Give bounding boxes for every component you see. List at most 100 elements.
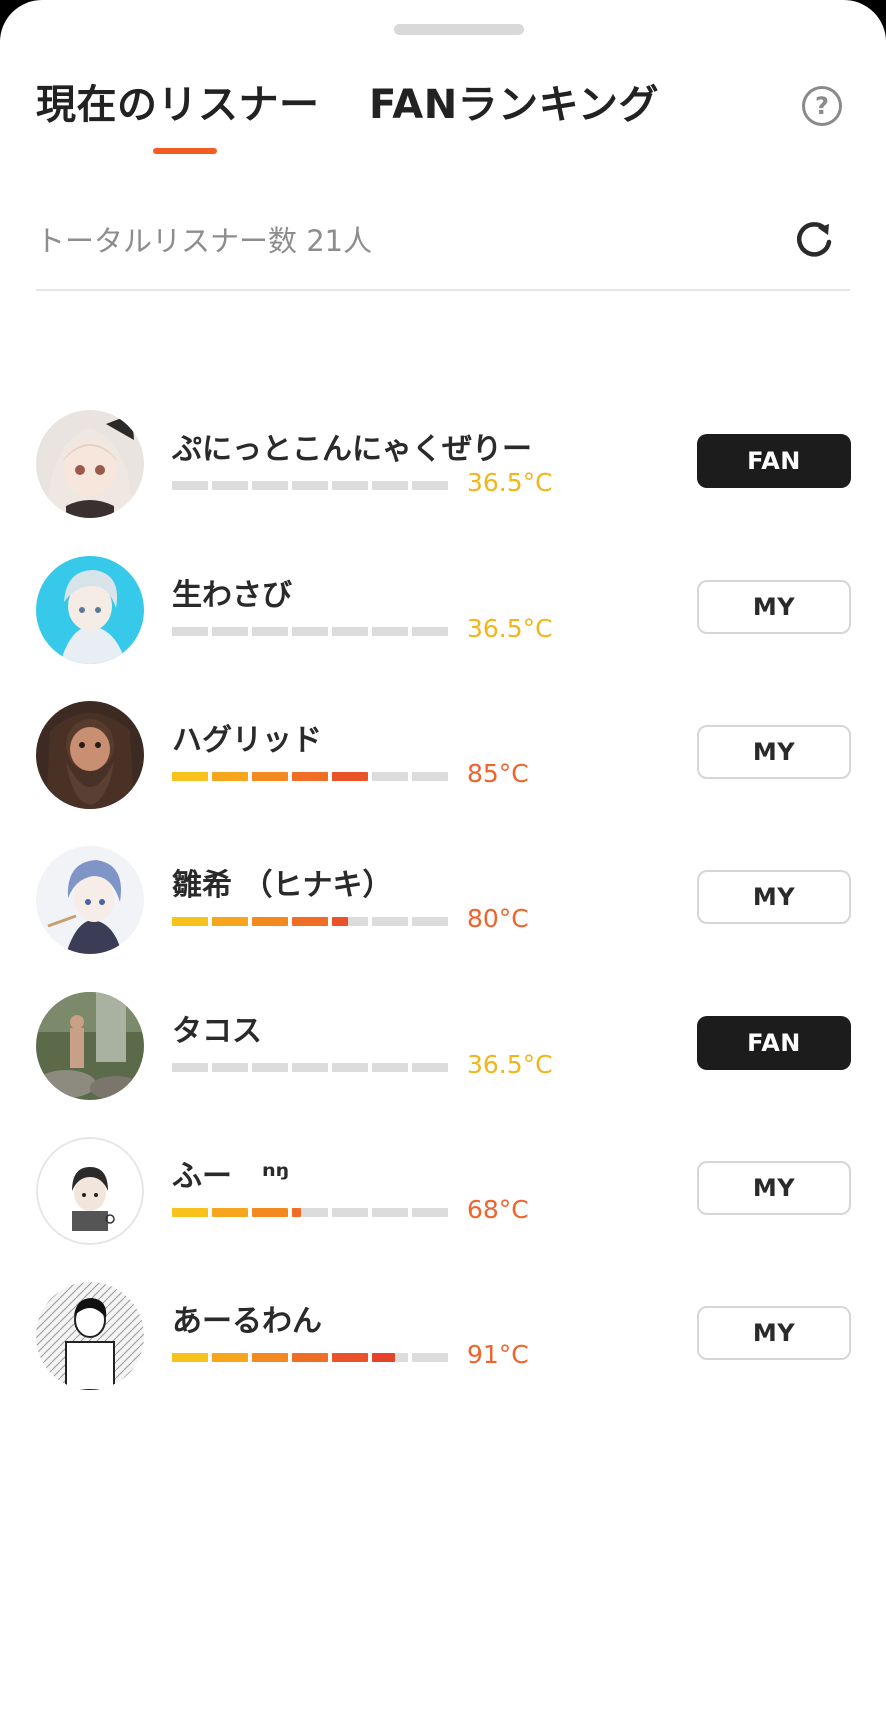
meter-segment bbox=[292, 772, 328, 781]
meter-segment bbox=[292, 627, 328, 636]
listener-name: ふー ⁿᵑ bbox=[172, 1159, 290, 1194]
refresh-icon[interactable] bbox=[792, 216, 836, 260]
avatar[interactable] bbox=[36, 410, 144, 518]
help-icon[interactable]: ? bbox=[802, 86, 842, 126]
listener-name: 雛希 （ヒナキ） bbox=[172, 868, 393, 903]
meter-segment bbox=[292, 1353, 328, 1362]
my-button[interactable]: MY bbox=[697, 580, 851, 634]
meter-segment bbox=[172, 1353, 208, 1362]
temperature-meter bbox=[172, 917, 454, 926]
meter-segment bbox=[332, 1208, 368, 1217]
meter-segment bbox=[252, 1353, 288, 1362]
temperature-meter bbox=[172, 1208, 454, 1217]
meter-segment bbox=[332, 481, 368, 490]
listener-name: ハグリッド bbox=[172, 723, 322, 758]
meter-segment bbox=[292, 1063, 328, 1072]
temperature-value: 68°C bbox=[467, 1195, 529, 1224]
meter-segment bbox=[172, 627, 208, 636]
temperature-meter bbox=[172, 1353, 454, 1362]
meter-segment bbox=[412, 481, 448, 490]
temperature-meter bbox=[172, 627, 454, 636]
avatar[interactable] bbox=[36, 846, 144, 954]
meter-segment bbox=[252, 1208, 288, 1217]
fan-button[interactable]: FAN bbox=[697, 1016, 851, 1070]
meter-segment bbox=[372, 481, 408, 490]
meter-segment bbox=[412, 1208, 448, 1217]
meter-segment bbox=[412, 772, 448, 781]
meter-segment bbox=[292, 917, 328, 926]
meter-segment bbox=[212, 1208, 248, 1217]
meter-segment bbox=[292, 1208, 328, 1217]
meter-segment bbox=[372, 1208, 408, 1217]
my-button[interactable]: MY bbox=[697, 1306, 851, 1360]
meter-segment bbox=[172, 1208, 208, 1217]
listener-row[interactable]: ハグリッド 85°C MY bbox=[0, 701, 886, 845]
listener-row[interactable]: ぷにっとこんにゃくぜりー 36.5°C FAN bbox=[0, 410, 886, 554]
meter-segment bbox=[252, 917, 288, 926]
meter-segment bbox=[332, 1353, 368, 1362]
avatar[interactable] bbox=[36, 992, 144, 1100]
listener-name: 生わさび bbox=[172, 578, 292, 613]
sheet-grabber[interactable] bbox=[394, 24, 524, 35]
meter-segment bbox=[372, 627, 408, 636]
my-button[interactable]: MY bbox=[697, 870, 851, 924]
meter-segment bbox=[252, 627, 288, 636]
meter-segment bbox=[172, 917, 208, 926]
temperature-value: 36.5°C bbox=[467, 614, 553, 643]
listener-row[interactable]: ふー ⁿᵑ 68°C MY bbox=[0, 1137, 886, 1281]
temperature-value: 85°C bbox=[467, 759, 529, 788]
meter-segment bbox=[172, 772, 208, 781]
listener-name: あーるわん bbox=[172, 1304, 322, 1339]
temperature-meter bbox=[172, 772, 454, 781]
active-tab-indicator bbox=[153, 148, 217, 154]
meter-segment bbox=[292, 481, 328, 490]
my-button[interactable]: MY bbox=[697, 1161, 851, 1215]
avatar[interactable] bbox=[36, 1282, 144, 1390]
meter-segment bbox=[212, 481, 248, 490]
meter-segment bbox=[412, 917, 448, 926]
meter-segment bbox=[332, 627, 368, 636]
meter-segment bbox=[252, 481, 288, 490]
total-listeners-count: トータルリスナー数 21人 bbox=[36, 224, 373, 258]
listener-name: ぷにっとこんにゃくぜりー bbox=[172, 432, 532, 467]
meter-segment bbox=[412, 1063, 448, 1072]
meter-segment bbox=[212, 1063, 248, 1072]
meter-segment bbox=[372, 1353, 408, 1362]
meter-segment bbox=[172, 1063, 208, 1072]
avatar[interactable] bbox=[36, 701, 144, 809]
meter-segment bbox=[212, 1353, 248, 1362]
temperature-value: 91°C bbox=[467, 1340, 529, 1369]
temperature-meter bbox=[172, 1063, 454, 1072]
meter-segment bbox=[412, 1353, 448, 1362]
listener-row[interactable]: 雛希 （ヒナキ） 80°C MY bbox=[0, 846, 886, 990]
temperature-meter bbox=[172, 481, 454, 490]
tab-fan-ranking[interactable]: FANランキング bbox=[369, 72, 659, 130]
avatar[interactable] bbox=[36, 556, 144, 664]
meter-segment bbox=[372, 1063, 408, 1072]
temperature-value: 36.5°C bbox=[467, 468, 553, 497]
divider bbox=[36, 289, 850, 291]
tab-current-listeners[interactable]: 現在のリスナー bbox=[36, 72, 320, 130]
listener-name: タコス bbox=[172, 1014, 262, 1049]
meter-segment bbox=[212, 772, 248, 781]
meter-segment bbox=[372, 772, 408, 781]
meter-segment bbox=[212, 627, 248, 636]
meter-segment bbox=[412, 627, 448, 636]
meter-segment bbox=[252, 772, 288, 781]
fan-button[interactable]: FAN bbox=[697, 434, 851, 488]
listener-row[interactable]: タコス 36.5°C FAN bbox=[0, 992, 886, 1136]
meter-segment bbox=[172, 481, 208, 490]
avatar[interactable] bbox=[36, 1137, 144, 1245]
meter-segment bbox=[212, 917, 248, 926]
meter-segment bbox=[332, 772, 368, 781]
meter-segment bbox=[332, 917, 368, 926]
meter-segment bbox=[332, 1063, 368, 1072]
my-button[interactable]: MY bbox=[697, 725, 851, 779]
temperature-value: 36.5°C bbox=[467, 1050, 553, 1079]
listeners-sheet: 現在のリスナー FANランキング ? トータルリスナー数 21人 ぷにっとこんに… bbox=[0, 0, 886, 1729]
meter-segment bbox=[372, 917, 408, 926]
meter-segment bbox=[252, 1063, 288, 1072]
listener-row[interactable]: 生わさび 36.5°C MY bbox=[0, 556, 886, 700]
listener-row[interactable]: あーるわん 91°C MY bbox=[0, 1282, 886, 1426]
temperature-value: 80°C bbox=[467, 904, 529, 933]
